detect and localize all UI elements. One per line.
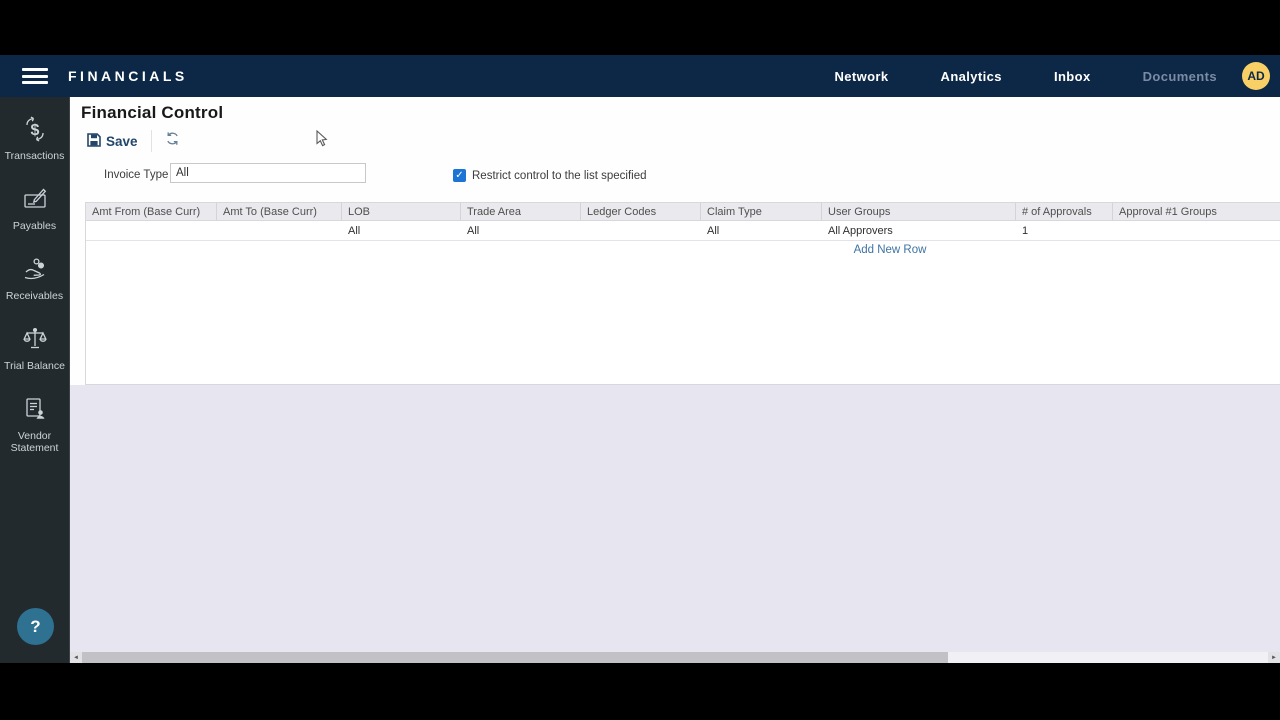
financial-control-table: Amt From (Base Curr) Amt To (Base Curr) LO… <box>85 202 1280 385</box>
payables-icon <box>22 186 48 217</box>
column-header: LOB <box>342 203 461 220</box>
table-row: All All All All Approvers 1 <box>86 221 1280 241</box>
scrollbar-right-arrow-icon[interactable]: ► <box>1268 652 1280 663</box>
column-header: Amt From (Base Curr) <box>86 203 217 220</box>
table-cell[interactable]: All <box>701 221 822 240</box>
sidebar-item-label: Vendor Statement <box>10 430 59 454</box>
table-cell[interactable]: All <box>461 221 581 240</box>
page-title: Financial Control <box>81 103 224 122</box>
nav-item-analytics[interactable]: Analytics <box>941 69 1002 84</box>
top-navbar: FINANCIALS Network Analytics Inbox Docum… <box>0 55 1280 97</box>
column-header: Amt To (Base Curr) <box>217 203 342 220</box>
save-icon <box>87 132 101 150</box>
transactions-icon: $ <box>22 116 48 147</box>
toolbar: Save <box>87 130 180 152</box>
table-cell[interactable] <box>86 221 217 240</box>
invoice-type-input[interactable] <box>170 163 366 183</box>
column-header: # of Approvals <box>1016 203 1113 220</box>
sidebar-item-label: Transactions <box>4 150 65 162</box>
restrict-checkbox-label: Restrict control to the list specified <box>472 170 647 182</box>
main-content: Financial Control Save Invoice Type All … <box>70 97 1280 663</box>
column-header: Approval #1 Groups <box>1113 203 1280 220</box>
table-cell[interactable] <box>581 221 701 240</box>
vendor-statement-icon <box>22 396 48 427</box>
invoice-type-label: Invoice Type <box>104 169 169 181</box>
app-brand: FINANCIALS <box>68 68 188 84</box>
refresh-button[interactable] <box>165 131 180 151</box>
add-row-container: Add New Row <box>86 241 1280 259</box>
save-button-label: Save <box>106 133 138 149</box>
horizontal-scrollbar: ◄ ► <box>70 652 1280 663</box>
nav-item-inbox[interactable]: Inbox <box>1054 69 1091 84</box>
sidebar-item-vendor-statement[interactable]: Vendor Statement <box>0 387 69 457</box>
table-cell[interactable] <box>1113 221 1280 240</box>
sidebar-item-transactions[interactable]: $ Transactions <box>0 107 69 177</box>
column-header: Ledger Codes <box>581 203 701 220</box>
sidebar-item-trial-balance[interactable]: Trial Balance <box>0 317 69 387</box>
scrollbar-left-arrow-icon[interactable]: ◄ <box>70 652 82 663</box>
sidebar-item-receivables[interactable]: Receivables <box>0 247 69 317</box>
table-header-row: Amt From (Base Curr) Amt To (Base Curr) LO… <box>86 203 1280 221</box>
trial-balance-icon <box>22 326 48 357</box>
sidebar-item-label: Trial Balance <box>4 360 65 372</box>
restrict-checkbox[interactable]: ✓ <box>453 169 466 182</box>
table-cell[interactable]: All <box>342 221 461 240</box>
sidebar-item-payables[interactable]: Payables <box>0 177 69 247</box>
refresh-icon <box>165 131 180 151</box>
toolbar-separator <box>150 130 152 152</box>
nav-item-network[interactable]: Network <box>834 69 888 84</box>
sidebar: $ Transactions Payables Receivables Tria… <box>0 97 70 663</box>
svg-text:$: $ <box>30 122 39 139</box>
save-button[interactable]: Save <box>87 132 138 150</box>
table-body: All All All All Approvers 1 <box>86 221 1280 241</box>
nav-item-documents[interactable]: Documents <box>1143 69 1217 84</box>
receivables-icon <box>22 256 48 287</box>
sidebar-item-label: Payables <box>12 220 57 232</box>
help-button[interactable]: ? <box>17 608 54 645</box>
content-background-lower <box>70 385 1280 652</box>
scrollbar-track[interactable] <box>948 652 1268 663</box>
sidebar-item-label: Receivables <box>5 290 64 302</box>
table-cell[interactable] <box>217 221 342 240</box>
scrollbar-thumb[interactable] <box>82 652 948 663</box>
column-header: User Groups <box>822 203 1016 220</box>
table-cell[interactable]: 1 <box>1016 221 1113 240</box>
hamburger-menu-icon[interactable] <box>22 68 48 84</box>
table-cell[interactable]: All Approvers <box>822 221 1016 240</box>
user-avatar[interactable]: AD <box>1242 62 1270 90</box>
navbar-links: Network Analytics Inbox Documents <box>834 69 1217 84</box>
column-header: Claim Type <box>701 203 822 220</box>
column-header: Trade Area <box>461 203 581 220</box>
add-new-row-link[interactable]: Add New Row <box>854 244 927 256</box>
